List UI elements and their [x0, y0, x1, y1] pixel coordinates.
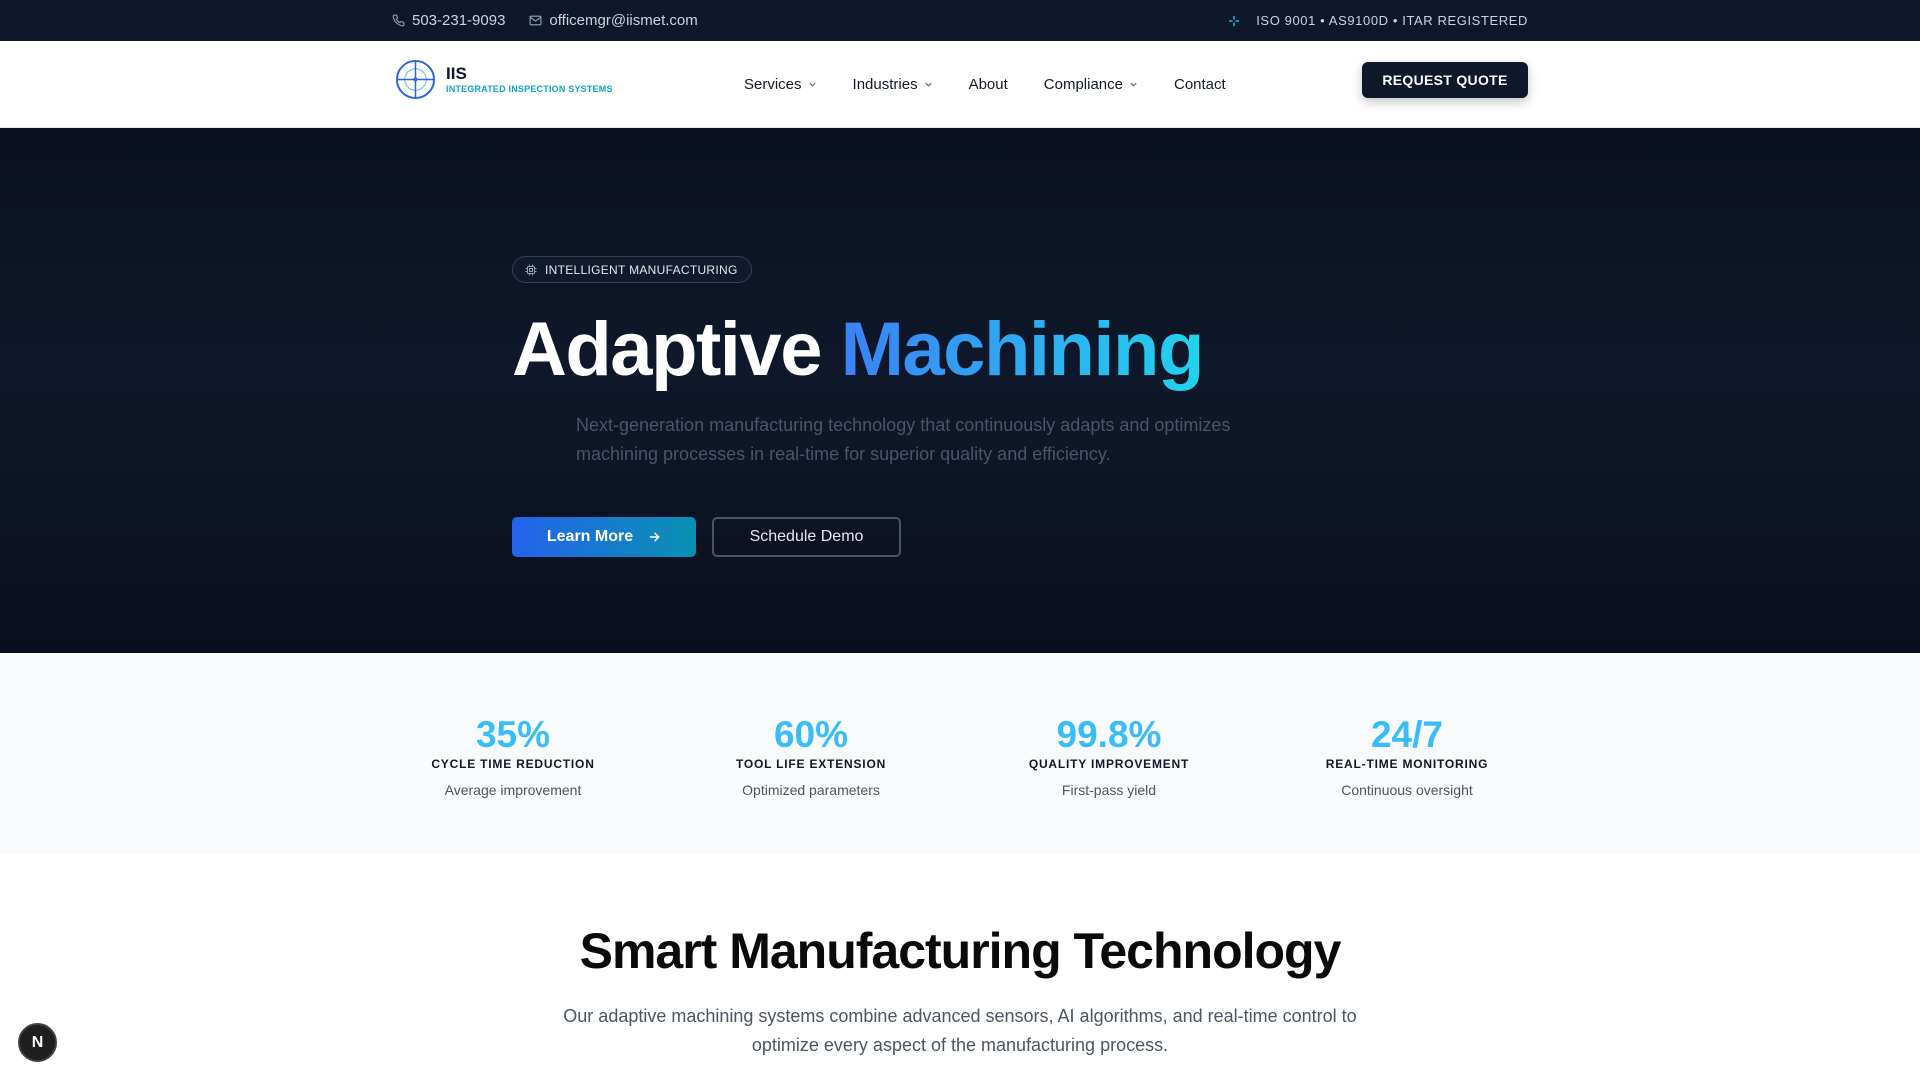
stat-value: 24/7 — [1370, 714, 1443, 755]
stat-description: First-pass yield — [1061, 782, 1157, 798]
hero-badge-label: INTELLIGENT MANUFACTURING — [545, 262, 738, 277]
stat-description: Average improvement — [444, 782, 582, 798]
chevron-down-icon — [1130, 82, 1137, 87]
stat-item: 60% TOOL LIFE EXTENSION Optimized parame… — [681, 714, 941, 799]
nav-item-services[interactable]: Services — [744, 76, 817, 93]
section-title: Smart Manufacturing Technology — [579, 923, 1342, 979]
phone-link[interactable]: 503-231-9093 — [392, 12, 505, 29]
mail-icon — [529, 15, 542, 26]
stat-description: Continuous oversight — [1341, 782, 1473, 798]
stat-description: Optimized parameters — [742, 782, 880, 798]
learn-more-label: Learn More — [546, 528, 634, 545]
arrow-right-icon — [650, 532, 660, 542]
crosshair-logo-icon — [395, 59, 436, 100]
stat-item: 35% CYCLE TIME REDUCTION Average improve… — [383, 714, 643, 799]
sparkle-icon — [1229, 15, 1240, 26]
request-quote-button[interactable]: REQUEST QUOTE — [1362, 62, 1528, 98]
section-subtitle: Our adaptive machining systems combine a… — [563, 1006, 1357, 1055]
stat-label: CYCLE TIME REDUCTION — [431, 757, 595, 771]
nav-item-label: Contact — [1174, 76, 1226, 93]
top-info-bar: 503-231-9093 officemgr@iismet.com ISO 90… — [0, 0, 1920, 41]
hero-subtitle: Next-generation manufacturing technology… — [576, 415, 1231, 464]
logo-subtitle: INTEGRATED INSPECTION SYSTEMS — [446, 83, 613, 94]
phone-number: 503-231-9093 — [412, 12, 506, 29]
chevron-down-icon — [924, 82, 932, 87]
nav-item-label: Services — [744, 76, 802, 93]
hero-title: Adaptive Machining — [512, 306, 1205, 393]
chip-icon — [525, 264, 537, 275]
nav-item-compliance[interactable]: Compliance — [1044, 76, 1138, 93]
stat-value: 35% — [475, 714, 551, 755]
main-navigation: IIS INTEGRATED INSPECTION SYSTEMS Servic… — [0, 41, 1920, 128]
hero-title-main: Adaptive — [512, 307, 822, 392]
stat-value: 60% — [773, 714, 849, 755]
stat-label: TOOL LIFE EXTENSION — [735, 757, 887, 771]
nav-item-about[interactable]: About — [969, 76, 1008, 93]
contact-info: 503-231-9093 officemgr@iismet.com — [392, 0, 698, 41]
stats-section: 35% CYCLE TIME REDUCTION Average improve… — [0, 653, 1920, 853]
stat-item: 99.8% QUALITY IMPROVEMENT First-pass yie… — [979, 714, 1239, 799]
nav-item-industries[interactable]: Industries — [853, 76, 933, 93]
stat-label: QUALITY IMPROVEMENT — [1028, 757, 1190, 771]
certifications: ISO 9001 • AS9100D • ITAR REGISTERED — [1228, 0, 1528, 41]
nav-item-label: Compliance — [1043, 76, 1123, 93]
chevron-down-icon — [808, 82, 816, 87]
logo-title: IIS — [446, 63, 467, 83]
dev-tools-button[interactable]: N — [18, 1023, 57, 1062]
nav-item-label: Industries — [852, 76, 918, 93]
hero-title-accent: Machining — [840, 307, 1205, 392]
stat-label: REAL-TIME MONITORING — [1325, 757, 1489, 771]
certifications-text: ISO 9001 • AS9100D • ITAR REGISTERED — [1256, 13, 1528, 28]
schedule-demo-button[interactable]: Schedule Demo — [712, 517, 901, 557]
nav-item-contact[interactable]: Contact — [1174, 76, 1226, 93]
logo-text: IIS INTEGRATED INSPECTION SYSTEMS — [446, 63, 613, 95]
hero-badge: INTELLIGENT MANUFACTURING — [512, 256, 752, 283]
hero-section: INTELLIGENT MANUFACTURING Adaptive Machi… — [0, 128, 1920, 653]
stat-item: 24/7 REAL-TIME MONITORING Continuous ove… — [1277, 714, 1537, 799]
nav-item-label: About — [968, 76, 1008, 93]
email-link[interactable]: officemgr@iismet.com — [529, 12, 698, 29]
nav-menu: Services Industries About Compliance Con… — [744, 41, 1226, 128]
learn-more-button[interactable]: Learn More — [512, 517, 696, 557]
email-address: officemgr@iismet.com — [549, 12, 698, 29]
phone-icon — [392, 14, 405, 27]
stat-value: 99.8% — [1056, 714, 1162, 755]
logo[interactable]: IIS INTEGRATED INSPECTION SYSTEMS — [395, 59, 613, 100]
